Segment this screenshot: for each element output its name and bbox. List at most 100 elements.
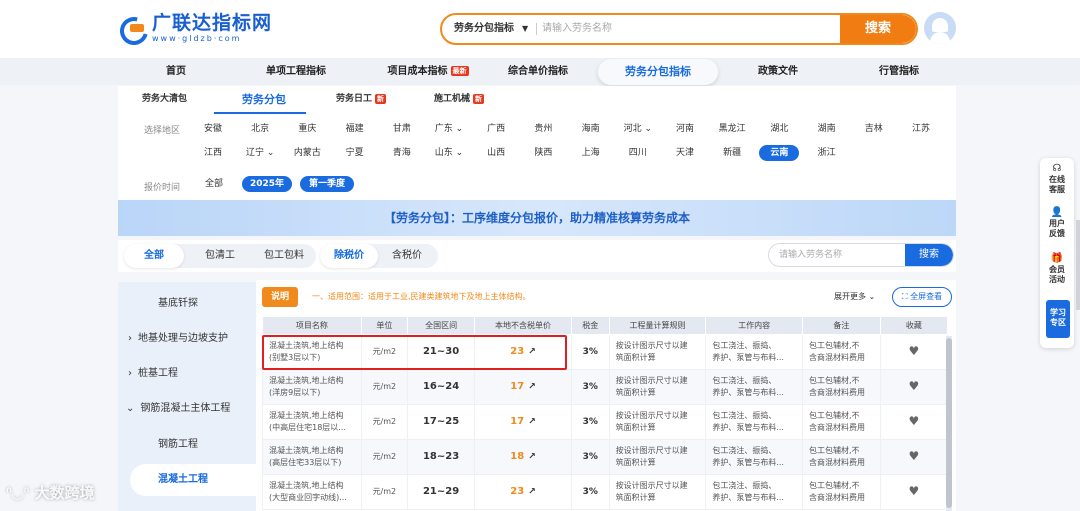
member-activity-button[interactable]: 🎁 会员 活动: [1040, 254, 1074, 285]
region-option[interactable]: 云南: [759, 145, 800, 161]
page-scrollbar[interactable]: [1076, 220, 1080, 310]
tab-all[interactable]: 全部: [124, 244, 184, 268]
region-option[interactable]: 湖北: [759, 121, 799, 137]
sidebar-item-piles[interactable]: › 桩基工程: [118, 362, 256, 386]
region-option[interactable]: 陕西: [523, 145, 563, 161]
item-name-detail: (大型商业回字动线)...: [269, 493, 347, 502]
chevron-right-icon: ›: [128, 333, 132, 344]
user-avatar-icon[interactable]: [924, 12, 956, 44]
region-option[interactable]: 宁夏: [335, 145, 375, 161]
region-option[interactable]: 海南: [571, 121, 611, 137]
sidebar-item-rebar[interactable]: 钢筋工程: [118, 433, 256, 457]
gift-icon: 🎁: [1050, 253, 1064, 264]
table-row[interactable]: 混凝土浇筑,地上结构 (洋房9层以下) 元/m2 16~24 17 ↗ 3% 按设计图示尺寸以…: [262, 369, 949, 405]
labor-search-input[interactable]: 请输入劳务名称: [779, 244, 842, 266]
subnav-machinery[interactable]: 施工机械新: [434, 86, 485, 113]
region-option[interactable]: 天津: [665, 145, 705, 161]
region-option[interactable]: 安徽: [193, 121, 233, 137]
work-text: 养护、泵管与布料...: [712, 493, 784, 502]
nav-single-project[interactable]: 单项工程指标: [252, 58, 340, 85]
tab-labor-only[interactable]: 包清工: [190, 244, 250, 268]
study-zone-button[interactable]: 学习 专区: [1046, 300, 1070, 338]
heart-icon[interactable]: ♥: [908, 344, 919, 358]
sidebar-item-concrete[interactable]: 混凝土工程: [130, 464, 256, 496]
sidebar-item-probing[interactable]: 基底钎探: [118, 292, 256, 316]
remark-text: 含商混材料费用: [808, 423, 865, 432]
region-option[interactable]: 河南: [665, 121, 705, 137]
table-header-row: 项目名称 单位 全国区间 本地不含税单价 税金 工程量计算规则 工作内容 备注 收藏: [262, 316, 949, 335]
region-option[interactable]: 北京: [240, 121, 280, 137]
region-option[interactable]: 黑龙江: [712, 121, 752, 137]
caret-down-icon[interactable]: ▼: [522, 15, 528, 43]
trend-arrow-icon[interactable]: ↗: [528, 487, 536, 497]
trend-arrow-icon[interactable]: ↗: [528, 382, 536, 392]
sidebar-item-rc-structure[interactable]: ⌄ 钢筋混凝土主体工程: [118, 397, 256, 421]
heart-icon[interactable]: ♥: [908, 484, 919, 498]
region-option[interactable]: 甘肃: [382, 121, 422, 137]
work-text: 包工浇注、振捣、: [712, 411, 777, 420]
remark-text: 含商混材料费用: [808, 493, 865, 502]
nav-industry[interactable]: 行管指标: [864, 58, 934, 85]
favorite-cell: ♥: [879, 369, 949, 405]
watermark: ᐢ◡ᐢ 大数跨境: [6, 480, 95, 506]
region-option[interactable]: 青海: [382, 145, 422, 161]
trend-arrow-icon[interactable]: ↗: [528, 452, 536, 462]
region-option[interactable]: 重庆: [287, 121, 327, 137]
search-input[interactable]: 请输入劳务名称: [542, 15, 842, 43]
year-selector[interactable]: 2025年: [242, 176, 292, 192]
region-option[interactable]: 新疆: [712, 145, 752, 161]
logo[interactable]: 广联达指标网 www·gldzb·com: [118, 10, 272, 46]
user-feedback-button[interactable]: 👤 用户 反馈: [1040, 208, 1074, 239]
labor-search-button[interactable]: 搜索: [905, 244, 953, 266]
tab-labor-and-materials[interactable]: 包工包料: [254, 244, 314, 268]
sidebar-item-foundation[interactable]: › 地基处理与边坡支护: [118, 327, 256, 351]
unit-cell: 元/m2: [360, 369, 408, 405]
region-option[interactable]: 湖南: [807, 121, 847, 137]
subnav-labor-daily[interactable]: 劳务日工新: [336, 86, 387, 113]
subnav-labor-package[interactable]: 劳务大清包: [142, 86, 187, 113]
time-all-option[interactable]: 全部: [198, 176, 230, 192]
rule-text: 按设计图示尺寸以建: [615, 481, 688, 490]
fullscreen-button[interactable]: ⛶ 全屏查看: [892, 287, 952, 307]
online-support-button[interactable]: ☊ 在线 客服: [1040, 164, 1074, 195]
nav-unit-price[interactable]: 综合单价指标: [494, 58, 582, 85]
nav-labor-subcontract[interactable]: 劳务分包指标: [598, 59, 718, 85]
expand-more-link[interactable]: 展开更多 ⌄: [834, 288, 875, 306]
work-content-cell: 包工浇注、振捣、 养护、泵管与布料...: [705, 404, 803, 440]
region-option[interactable]: 河北 ⌄: [618, 121, 658, 137]
study-label: 专区: [1050, 318, 1066, 327]
region-option[interactable]: 广西: [476, 121, 516, 137]
heart-icon[interactable]: ♥: [908, 449, 919, 463]
region-option[interactable]: 内蒙古: [287, 145, 327, 161]
quarter-selector[interactable]: 第一季度: [300, 176, 354, 192]
nav-policy[interactable]: 政策文件: [746, 58, 810, 85]
nav-home[interactable]: 首页: [148, 58, 204, 85]
nav-project-cost[interactable]: 项目成本指标 最新: [378, 58, 478, 85]
table-row[interactable]: 混凝土浇筑,地上结构 (高层住宅33层以下) 元/m2 18~23 18 ↗ 3% 按设计图示…: [262, 439, 949, 475]
region-option[interactable]: 贵州: [523, 121, 563, 137]
region-option[interactable]: 江西: [193, 145, 233, 161]
search-button[interactable]: 搜索: [840, 15, 916, 43]
item-name: 混凝土浇筑,地上结构: [269, 376, 344, 385]
table-row[interactable]: 混凝土浇筑,地上结构 (大型商业回字动线)... 元/m2 21~29 23 ↗ 3% 按设计…: [262, 474, 949, 510]
heart-icon[interactable]: ♥: [908, 414, 919, 428]
tab-including-tax[interactable]: 含税价: [378, 244, 436, 268]
heart-icon[interactable]: ♥: [908, 379, 919, 393]
region-option[interactable]: 山西: [476, 145, 516, 161]
region-option[interactable]: 江苏: [901, 121, 941, 137]
favorite-cell: ♥: [879, 439, 949, 475]
region-option[interactable]: 浙江: [807, 145, 847, 161]
region-option[interactable]: 上海: [571, 145, 611, 161]
region-option[interactable]: 四川: [618, 145, 658, 161]
region-option[interactable]: 山东 ⌄: [429, 145, 469, 161]
tab-excluding-tax[interactable]: 除税价: [320, 244, 378, 268]
region-option[interactable]: 福建: [335, 121, 375, 137]
region-option[interactable]: 广东 ⌄: [429, 121, 469, 137]
scrollbar-thumb[interactable]: [946, 338, 952, 508]
search-category-select[interactable]: 劳务分包指标: [454, 15, 514, 43]
trend-arrow-icon[interactable]: ↗: [528, 417, 536, 427]
subnav-labor-subcontract[interactable]: 劳务分包: [242, 86, 286, 113]
region-option[interactable]: 吉林: [854, 121, 894, 137]
table-row[interactable]: 混凝土浇筑,地上结构 (中高层住宅18层以... 元/m2 17~25 17 ↗ 3% 按设计…: [262, 404, 949, 440]
region-option[interactable]: 辽宁 ⌄: [240, 145, 280, 161]
